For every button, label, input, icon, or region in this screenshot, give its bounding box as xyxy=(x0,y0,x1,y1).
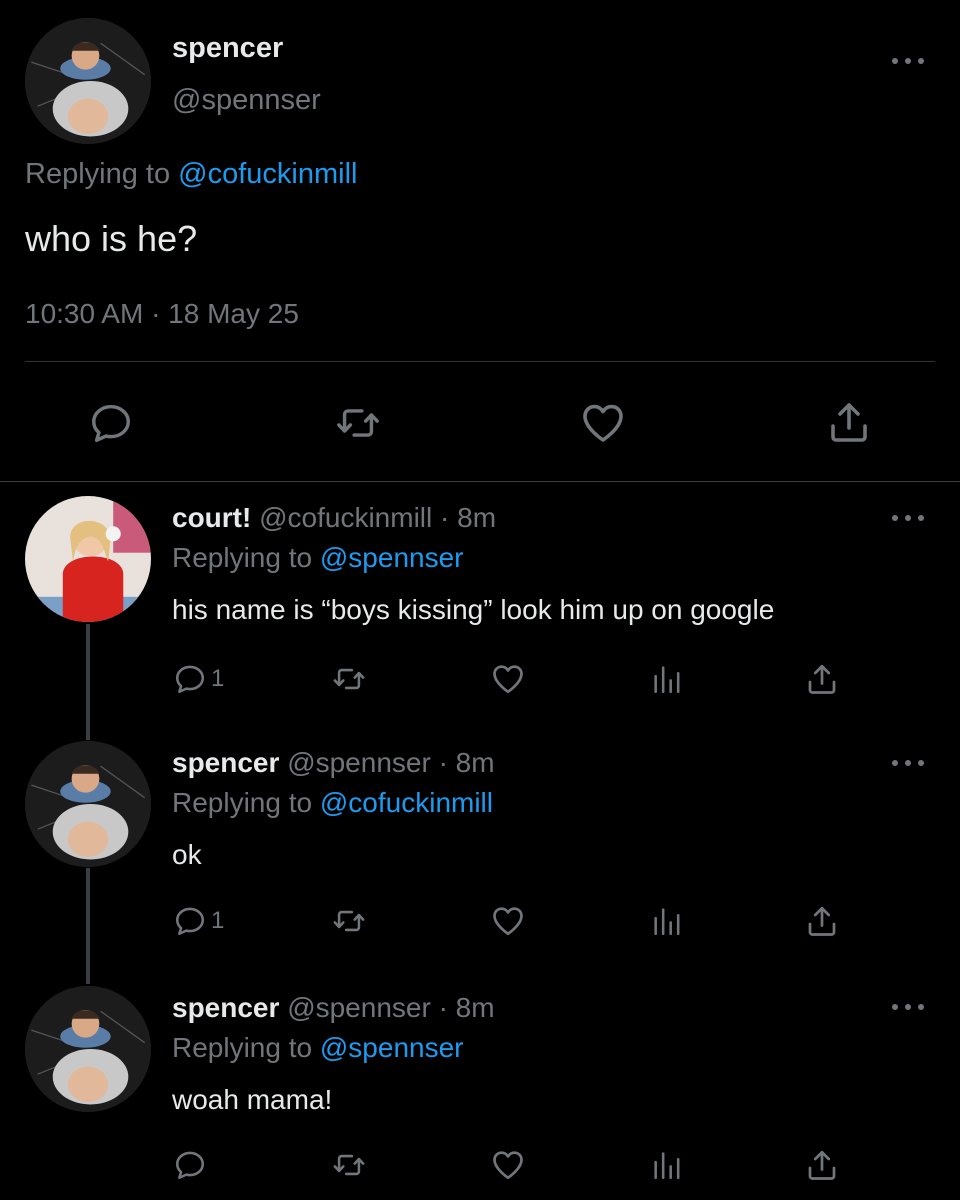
share-icon[interactable] xyxy=(804,1147,840,1183)
reply-display-name[interactable]: court! xyxy=(172,502,251,533)
views-icon[interactable] xyxy=(650,662,684,696)
more-options-icon[interactable] xyxy=(892,513,924,523)
retweet-icon[interactable] xyxy=(329,904,369,938)
replying-to: Replying to @cofuckinmill xyxy=(172,787,493,819)
share-icon[interactable] xyxy=(825,398,873,446)
reply-handle-time[interactable]: @spennser · 8m xyxy=(287,747,494,778)
reply-display-name[interactable]: spencer xyxy=(172,992,279,1023)
views-icon[interactable] xyxy=(650,1148,684,1182)
like-icon[interactable] xyxy=(579,399,627,447)
retweet-icon[interactable] xyxy=(329,662,369,696)
replying-to: Replying to @cofuckinmill xyxy=(25,158,357,191)
reply-count: 1 xyxy=(211,907,225,934)
like-icon[interactable] xyxy=(490,1147,526,1183)
more-options-icon[interactable] xyxy=(892,56,924,66)
reply-count: 1 xyxy=(211,665,225,692)
like-icon[interactable] xyxy=(490,903,526,939)
divider xyxy=(25,361,935,362)
reply-icon[interactable]: 1 xyxy=(173,662,224,696)
thread-line xyxy=(86,624,90,740)
reply-text: woah mama! xyxy=(172,1084,333,1115)
reply-text: his name is “boys kissing” look him up o… xyxy=(172,594,775,625)
replying-to-label: Replying to xyxy=(172,1032,320,1063)
reply-icon[interactable] xyxy=(88,400,134,446)
reply-text: ok xyxy=(172,839,202,870)
share-icon[interactable] xyxy=(804,903,840,939)
more-options-icon[interactable] xyxy=(892,758,924,768)
replying-to-label: Replying to xyxy=(25,158,179,190)
replying-to: Replying to @spennser xyxy=(172,542,463,574)
tweet-timestamp[interactable]: 10:30 AM · 18 May 25 xyxy=(25,298,299,330)
replying-to: Replying to @spennser xyxy=(172,1032,463,1064)
reply-avatar[interactable] xyxy=(25,741,151,867)
replying-to-handle[interactable]: @spennser xyxy=(320,1032,464,1063)
reply-icon[interactable]: 1 xyxy=(173,904,224,938)
reply-header: court! @cofuckinmill · 8m xyxy=(172,502,496,534)
thread-line xyxy=(86,868,90,984)
author-avatar[interactable] xyxy=(25,18,151,144)
reply-header: spencer @spennser · 8m xyxy=(172,992,495,1024)
more-options-icon[interactable] xyxy=(892,1002,924,1012)
divider xyxy=(0,481,960,482)
replying-to-handle[interactable]: @spennser xyxy=(320,542,464,573)
reply-display-name[interactable]: spencer xyxy=(172,747,279,778)
reply-handle-time[interactable]: @spennser · 8m xyxy=(287,992,494,1023)
like-icon[interactable] xyxy=(490,661,526,697)
retweet-icon[interactable] xyxy=(329,1148,369,1182)
views-icon[interactable] xyxy=(650,904,684,938)
author-handle[interactable]: @spennser xyxy=(172,84,321,117)
reply-avatar[interactable] xyxy=(25,496,151,622)
replying-to-label: Replying to xyxy=(172,542,320,573)
author-display-name[interactable]: spencer xyxy=(172,32,283,65)
replying-to-label: Replying to xyxy=(172,787,320,818)
replying-to-handle[interactable]: @cofuckinmill xyxy=(320,787,493,818)
tweet-text: who is he? xyxy=(25,218,198,259)
reply-handle-time[interactable]: @cofuckinmill · 8m xyxy=(259,502,496,533)
replying-to-handle[interactable]: @cofuckinmill xyxy=(178,158,357,190)
reply-header: spencer @spennser · 8m xyxy=(172,747,495,779)
reply-avatar[interactable] xyxy=(25,986,151,1112)
reply-icon[interactable] xyxy=(173,1148,207,1182)
share-icon[interactable] xyxy=(804,661,840,697)
retweet-icon[interactable] xyxy=(333,400,383,446)
